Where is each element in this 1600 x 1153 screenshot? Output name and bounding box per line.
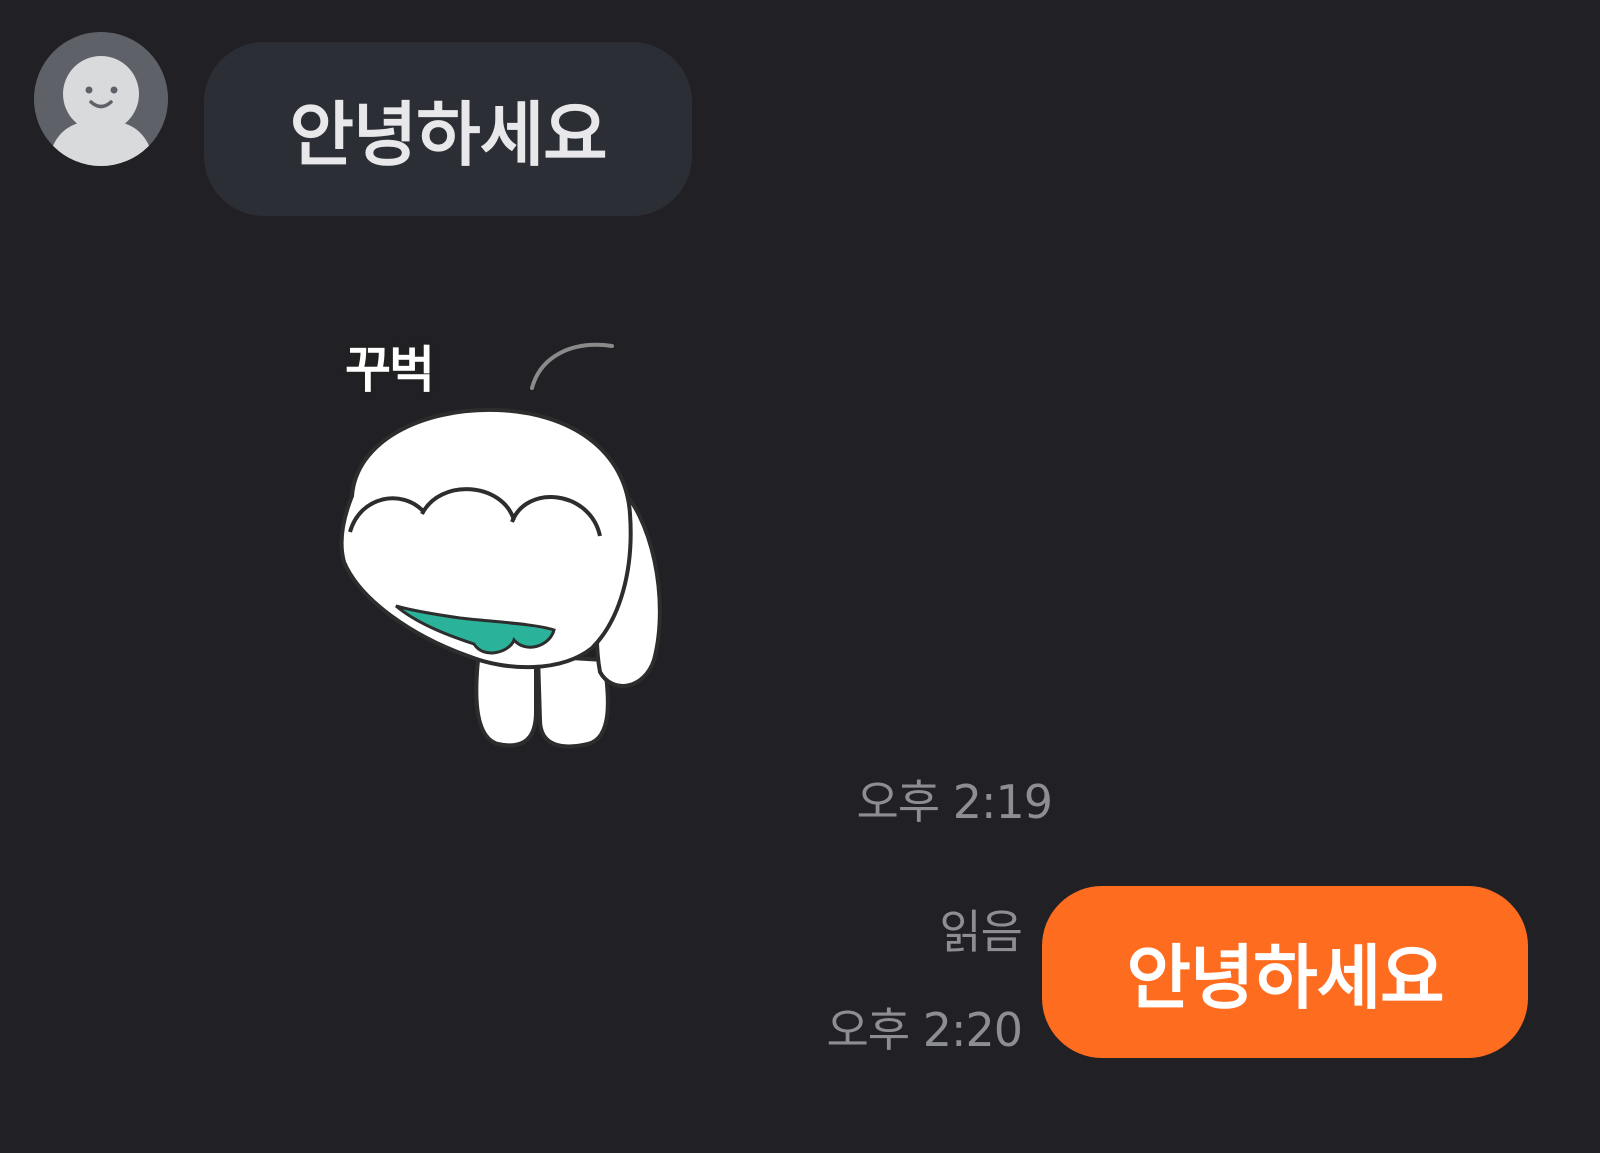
received-message-text: 안녕하세요 xyxy=(289,93,608,176)
received-message-time: 오후 2:19 xyxy=(856,775,1053,829)
sticker-caption: 꾸벅 xyxy=(344,340,436,400)
default-person-icon xyxy=(34,32,168,166)
sent-message-bubble[interactable]: 안녕하세요 xyxy=(1042,886,1528,1058)
sent-message-text: 안녕하세요 xyxy=(1126,936,1445,1019)
avatar[interactable] xyxy=(34,32,168,166)
read-status-label: 읽음 xyxy=(939,905,1023,959)
received-message-bubble[interactable]: 안녕하세요 xyxy=(204,42,692,216)
sent-message-time: 오후 2:20 xyxy=(826,1003,1023,1057)
chat-message-list: 안녕하세요 꾸벅 오후 2:19 읽음 오후 2:20 안녕하세요 xyxy=(0,0,1600,1153)
